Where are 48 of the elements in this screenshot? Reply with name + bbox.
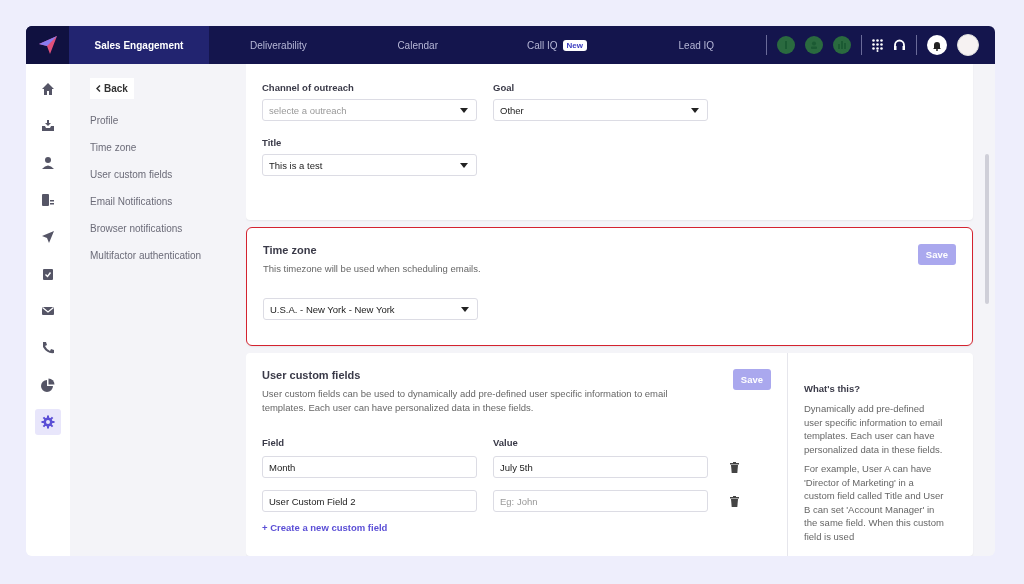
- caret-icon: [460, 107, 468, 113]
- trash-icon[interactable]: [729, 495, 739, 507]
- settings-menu-item[interactable]: Time zone: [90, 134, 246, 161]
- user-icon[interactable]: [805, 36, 824, 54]
- field-label: Channel of outreach: [262, 82, 355, 93]
- logo-icon: [37, 35, 58, 55]
- card-description: User custom fields can be used to dynamically add pre-defined user specific information to email templates. Each user can have personalized data in these fields.: [262, 387, 669, 415]
- create-custom-field-link[interactable]: + Create a new custom field: [262, 522, 388, 533]
- chart-icon[interactable]: [833, 36, 852, 54]
- card-title: Time zone: [263, 244, 318, 256]
- field-value-input[interactable]: Eg: John: [493, 490, 708, 512]
- field-name-input[interactable]: Month: [262, 456, 477, 478]
- column-header: Field: [262, 437, 286, 448]
- gear-icon[interactable]: [35, 409, 61, 435]
- caret-icon: [460, 162, 468, 168]
- help-text: For example, User A can have 'Director of Marketing' in a custom field called Title and User B can set 'Account Manager' in the same field. When this custom field is used: [804, 462, 944, 543]
- bell-icon[interactable]: [927, 35, 948, 55]
- settings-menu-item[interactable]: Multifactor authentication: [90, 242, 246, 269]
- back-button[interactable]: Back: [90, 78, 134, 99]
- dropdown[interactable]: Other: [493, 99, 708, 121]
- field-name-input[interactable]: User Custom Field 2: [262, 490, 477, 512]
- field-value-input[interactable]: July 5th: [493, 456, 708, 478]
- settings-menu-item[interactable]: User custom fields: [90, 161, 246, 188]
- field-label: Title: [262, 137, 283, 148]
- caret-icon: [691, 107, 699, 113]
- help-text: Dynamically add pre-defined user specific information to email templates. Each user can have personalized data in these fields.: [804, 402, 944, 456]
- nav-tab[interactable]: Deliverability: [208, 26, 348, 64]
- time-zone-dropdown[interactable]: U.S.A. - New York - New York: [263, 298, 478, 320]
- avatar[interactable]: [957, 34, 980, 56]
- nav-tab[interactable]: Sales Engagement: [69, 26, 209, 64]
- nav-tab[interactable]: Lead IQ: [626, 26, 767, 64]
- new-badge: New: [562, 39, 587, 51]
- dialpad-icon[interactable]: [872, 38, 884, 52]
- chevron-left-icon: [96, 85, 101, 92]
- caret-icon: [461, 306, 469, 312]
- card-description: This timezone will be used when scheduling emails.: [263, 262, 481, 276]
- help-title: What's this?: [804, 383, 862, 394]
- field-label: Goal: [493, 82, 516, 93]
- settings-menu-item[interactable]: Browser notifications: [90, 215, 246, 242]
- column-header: Value: [493, 437, 519, 448]
- settings-menu-item[interactable]: Profile: [90, 107, 246, 134]
- card-title: User custom fields: [262, 369, 362, 381]
- nav-tab[interactable]: Call IQ New: [487, 26, 627, 64]
- trash-icon[interactable]: [729, 461, 739, 473]
- settings-menu-item[interactable]: Email Notifications: [90, 188, 246, 215]
- dropdown[interactable]: This is a test: [262, 154, 477, 176]
- headset-icon[interactable]: [893, 38, 907, 52]
- nav-tab[interactable]: Calendar: [348, 26, 488, 64]
